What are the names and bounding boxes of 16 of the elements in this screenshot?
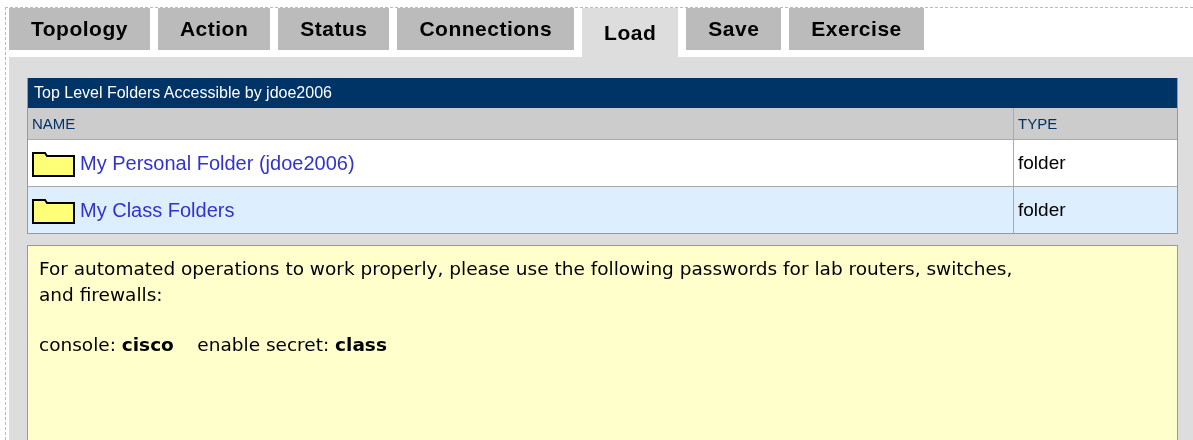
- folder-link[interactable]: My Class Folders: [80, 198, 235, 222]
- column-header: NAME: [31, 114, 77, 134]
- folder-link[interactable]: My Personal Folder (jdoe2006): [80, 151, 355, 175]
- tab[interactable]: Status: [278, 8, 390, 50]
- tab[interactable]: Connections: [397, 8, 575, 50]
- table-row[interactable]: My Personal Folder (jdoe2006) folder: [28, 139, 1177, 186]
- credentials-text: console: cisco enable secret: class: [39, 332, 388, 357]
- table-title: Top Level Folders Accessible by jdoe2006: [28, 78, 1177, 108]
- tab[interactable]: Exercise: [789, 8, 924, 50]
- notice-text: For automated operations to work properly, please use the following passwords for lab routers, switches, and firewalls:: [39, 257, 1014, 307]
- tab[interactable]: Action: [157, 8, 271, 50]
- tab[interactable]: Save: [686, 8, 782, 50]
- tab[interactable]: Topology: [9, 8, 150, 50]
- tab[interactable]: Load: [582, 8, 679, 57]
- table-row[interactable]: My Class Folders folder: [28, 186, 1177, 233]
- table-cell: folder: [1013, 187, 1177, 233]
